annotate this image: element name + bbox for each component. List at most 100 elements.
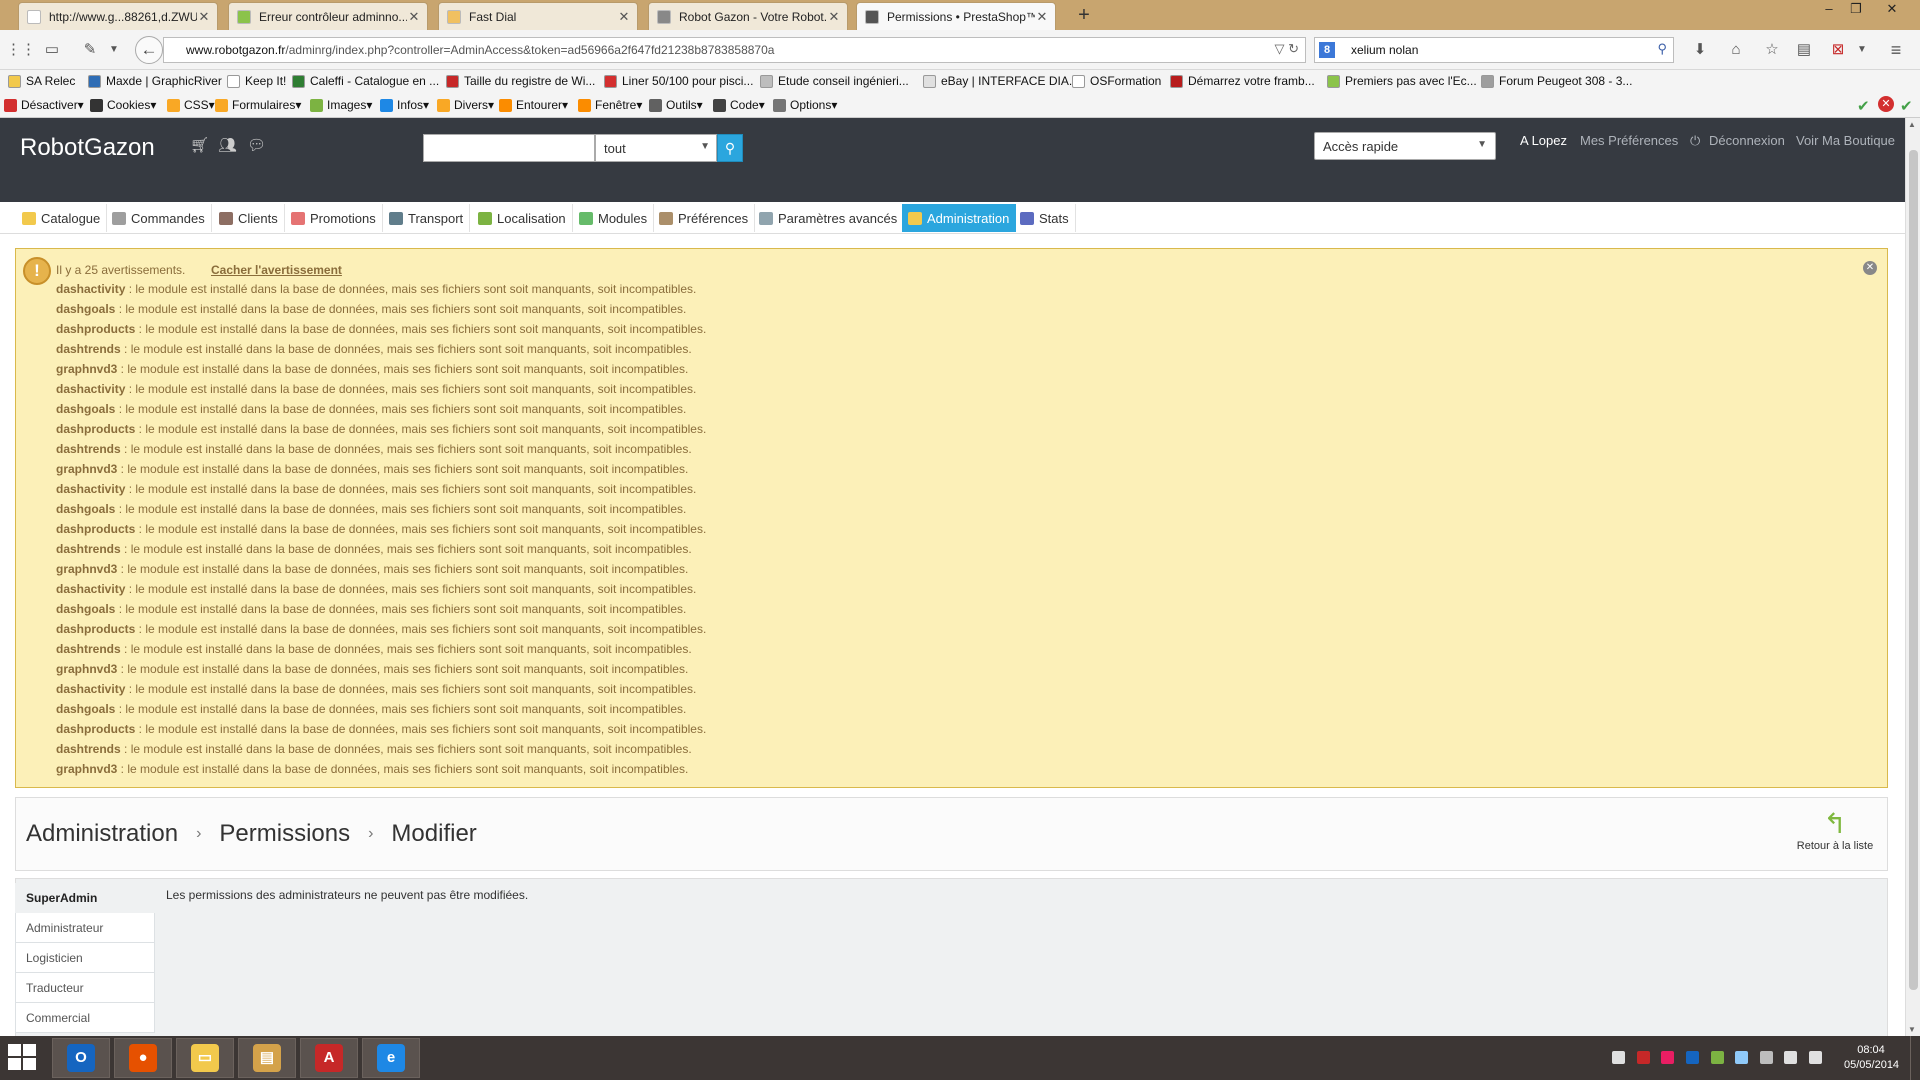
firefox-taskbar-button[interactable]: ●: [114, 1038, 172, 1078]
folder-icon[interactable]: ▭: [40, 38, 64, 62]
bookmark-item[interactable]: Maxde | GraphicRiver: [88, 74, 222, 88]
logout-link[interactable]: Déconnexion: [1709, 133, 1785, 148]
show-desktop-button[interactable]: [1910, 1036, 1920, 1080]
bookmark-item[interactable]: Keep It!: [227, 74, 286, 88]
download-icon[interactable]: ⬇: [1688, 38, 1712, 62]
customers-icon[interactable]: 👥︎: [218, 136, 237, 154]
star-icon[interactable]: ☆: [1760, 38, 1784, 62]
outlook-taskbar-button[interactable]: O: [52, 1038, 110, 1078]
close-icon[interactable]: ✕: [1863, 261, 1877, 275]
system-clock[interactable]: 08:04 05/05/2014: [1844, 1043, 1899, 1073]
menu-item[interactable]: Commandes: [106, 204, 212, 232]
volume-icon[interactable]: [1784, 1051, 1798, 1065]
bookmark-item[interactable]: Liner 50/100 pour pisci...: [604, 74, 753, 88]
messages-icon[interactable]: 💬︎: [247, 136, 266, 154]
back-button[interactable]: ←: [135, 36, 163, 64]
minimize-button[interactable]: –: [1816, 0, 1842, 20]
bookmark-item[interactable]: SA Relec: [8, 74, 75, 88]
scroll-down-arrow-icon[interactable]: ▼: [1908, 1025, 1916, 1034]
menu-item[interactable]: Paramètres avancés: [753, 204, 905, 232]
menu-item[interactable]: Préférences: [653, 204, 756, 232]
internet-explorer-taskbar-button[interactable]: e: [362, 1038, 420, 1078]
menu-item[interactable]: Modules: [573, 204, 655, 232]
network-icon[interactable]: [1759, 1051, 1773, 1065]
search-scope-select[interactable]: tout ▼: [595, 134, 717, 162]
search-bar[interactable]: 8 xelium nolan ⚲: [1314, 37, 1674, 63]
bookmark-item[interactable]: OSFormation: [1072, 74, 1161, 88]
outlook-tray-icon[interactable]: [1685, 1051, 1699, 1065]
bookmark-item[interactable]: Etude conseil ingénieri...: [760, 74, 909, 88]
devtool-menu[interactable]: Désactiver▾: [4, 98, 84, 112]
close-icon[interactable]: ✕: [827, 9, 841, 25]
hide-warning-link[interactable]: Cacher l'avertissement: [211, 263, 342, 277]
profile-tab[interactable]: Commercial: [15, 1003, 155, 1033]
browser-tab[interactable]: Robot Gazon - Votre Robot... ✕: [648, 2, 848, 30]
menu-item[interactable]: Transport: [383, 204, 471, 232]
breadcrumb-administration[interactable]: Administration: [26, 820, 178, 848]
devtool-menu[interactable]: Cookies▾: [90, 98, 156, 112]
shop-brand[interactable]: RobotGazon: [20, 134, 155, 162]
reading-list-icon[interactable]: ▤: [1792, 38, 1816, 62]
profile-tab[interactable]: SuperAdmin: [15, 883, 155, 913]
home-icon[interactable]: ⌂: [1724, 38, 1748, 62]
reload-icon[interactable]: ▽ ↻: [1274, 41, 1299, 57]
profile-tab[interactable]: Administrateur: [15, 913, 155, 943]
google-icon[interactable]: 8: [1319, 42, 1335, 58]
cart-icon[interactable]: 🛒︎: [190, 136, 209, 154]
devtool-menu[interactable]: Outils▾: [649, 98, 703, 112]
menu-item[interactable]: Promotions: [285, 204, 383, 232]
antivirus-icon[interactable]: [1636, 1051, 1650, 1065]
explorer-taskbar-button[interactable]: ▤: [238, 1038, 296, 1078]
bookmark-item[interactable]: Caleffi - Catalogue en ...: [292, 74, 439, 88]
restore-button[interactable]: ❐: [1843, 0, 1869, 20]
close-icon[interactable]: ✕: [1035, 9, 1049, 25]
acrobat-taskbar-button[interactable]: A: [300, 1038, 358, 1078]
browser-tab[interactable]: Fast Dial ✕: [438, 2, 638, 30]
browser-tab[interactable]: http://www.g...88261,d.ZWU ✕: [18, 2, 218, 30]
devtool-menu[interactable]: Code▾: [713, 98, 765, 112]
menu-item[interactable]: Stats: [1014, 204, 1076, 232]
close-icon[interactable]: ✕: [197, 9, 211, 25]
profile-tab[interactable]: Traducteur: [15, 973, 155, 1003]
admin-search-input[interactable]: [423, 134, 595, 162]
devtool-menu[interactable]: Entourer▾: [499, 98, 568, 112]
close-icon[interactable]: ✕: [407, 9, 421, 25]
devtool-menu[interactable]: CSS▾: [167, 98, 215, 112]
bookmark-item[interactable]: Premiers pas avec l'Ec...: [1327, 74, 1477, 88]
check-icon[interactable]: ✔: [1900, 97, 1913, 115]
menu-item[interactable]: Clients: [213, 204, 285, 232]
scrollbar-thumb[interactable]: [1909, 150, 1918, 990]
my-preferences-link[interactable]: Mes Préférences: [1580, 133, 1678, 148]
translate-icon[interactable]: ⊠: [1826, 38, 1850, 62]
app-tray-icon[interactable]: [1661, 1051, 1675, 1065]
folder-taskbar-button[interactable]: ▭: [176, 1038, 234, 1078]
menu-item[interactable]: Catalogue: [16, 204, 108, 232]
scroll-up-arrow-icon[interactable]: ▲: [1908, 120, 1916, 129]
bluetooth-icon[interactable]: [1735, 1051, 1749, 1065]
menu-item[interactable]: Administration: [902, 204, 1017, 232]
devtool-menu[interactable]: Formulaires▾: [215, 98, 301, 112]
breadcrumb-permissions[interactable]: Permissions: [219, 820, 350, 848]
devtool-menu[interactable]: Images▾: [310, 98, 372, 112]
new-tab-button[interactable]: +: [1072, 4, 1096, 28]
menu-item[interactable]: Localisation: [472, 204, 573, 232]
devtool-menu[interactable]: Infos▾: [380, 98, 429, 112]
windows-start-button[interactable]: [8, 1044, 38, 1072]
page-scrollbar[interactable]: ▲ ▼: [1905, 118, 1920, 1036]
address-bar[interactable]: www.robotgazon.fr/adminrg/index.php?cont…: [163, 37, 1306, 63]
bookmark-item[interactable]: Démarrez votre framb...: [1170, 74, 1315, 88]
employee-link[interactable]: A Lopez: [1520, 133, 1567, 148]
dropdown-arrow-icon[interactable]: ▼: [1850, 38, 1874, 62]
bookmark-item[interactable]: Taille du registre de Wi...: [446, 74, 595, 88]
tools-icon[interactable]: ✎: [78, 38, 102, 62]
view-shop-link[interactable]: Voir Ma Boutique: [1796, 133, 1895, 148]
devtool-menu[interactable]: Options▾: [773, 98, 837, 112]
error-icon[interactable]: ✕: [1878, 96, 1894, 112]
check-icon[interactable]: ✔: [1857, 97, 1870, 115]
devtool-menu[interactable]: Fenêtre▾: [578, 98, 642, 112]
flag-icon[interactable]: [1809, 1051, 1822, 1065]
dropdown-arrow-icon[interactable]: ▼: [102, 38, 126, 62]
admin-search-button[interactable]: ⚲: [717, 134, 743, 162]
back-to-list-button[interactable]: ↰ Retour à la liste: [1795, 808, 1875, 852]
cloud-icon[interactable]: [1612, 1051, 1625, 1065]
